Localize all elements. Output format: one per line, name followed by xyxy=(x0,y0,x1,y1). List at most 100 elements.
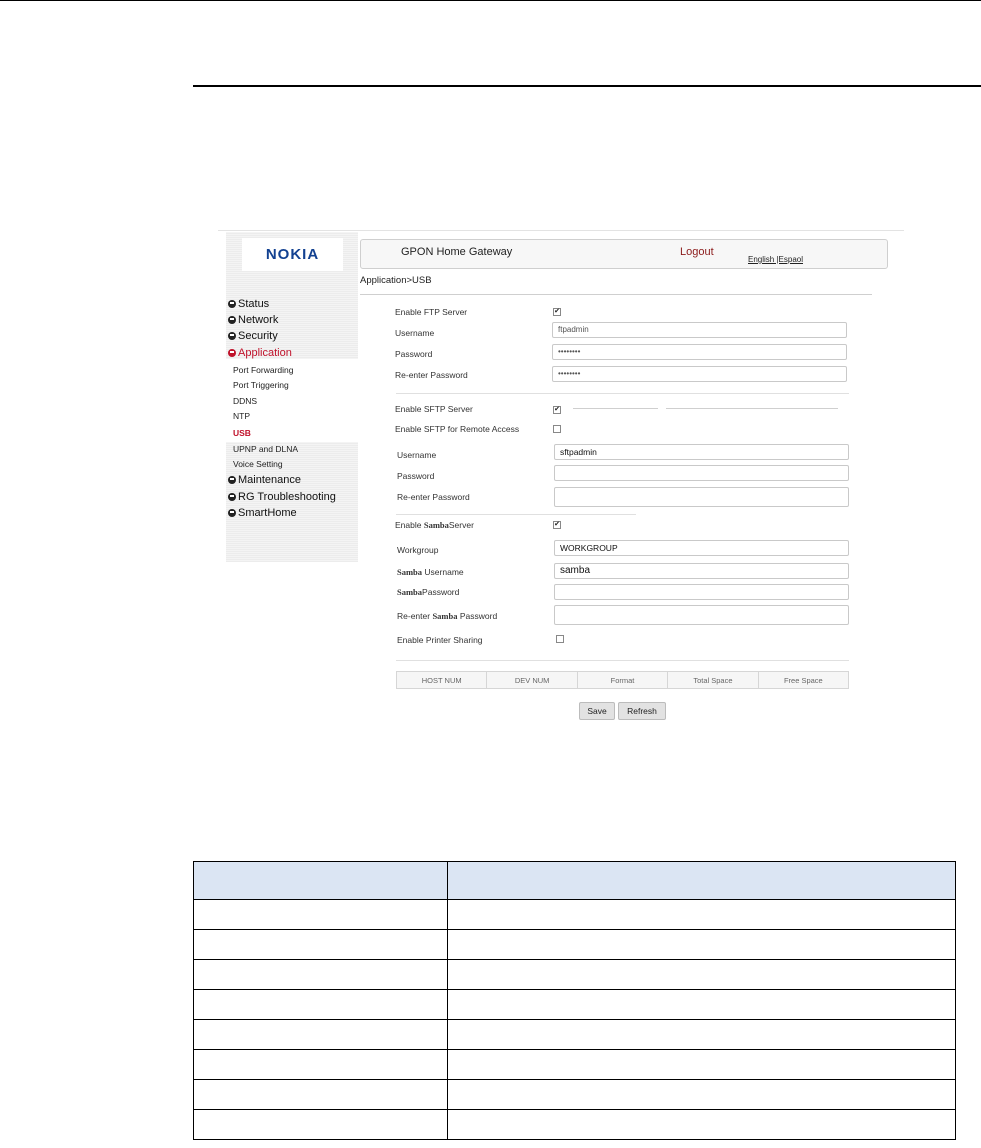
samba-brand: Samba xyxy=(423,520,449,530)
sftp-reenter-password-input[interactable] xyxy=(554,487,849,507)
logout-link[interactable]: Logout xyxy=(680,246,714,258)
breadcrumb: Application>USB xyxy=(360,275,432,286)
enable-samba-label: Enable SambaServer xyxy=(395,520,474,530)
table-cell xyxy=(193,959,448,990)
table-cell xyxy=(447,989,956,1020)
samba-reenter-password-input[interactable] xyxy=(554,605,849,625)
table-cell xyxy=(193,1019,448,1050)
nokia-logo: NOKIA xyxy=(242,238,343,271)
table-cell xyxy=(193,1049,448,1080)
table-row xyxy=(193,959,956,990)
sftp-username-input[interactable]: sftpadmin xyxy=(554,444,849,460)
sftp-password-label: Password xyxy=(397,471,435,481)
sidebar-item-voice-setting[interactable]: Voice Setting xyxy=(233,456,283,471)
section-divider xyxy=(396,660,849,661)
table-cell xyxy=(447,1019,956,1050)
sidebar-item-label: Network xyxy=(238,314,279,326)
sidebar-item-label: Application xyxy=(238,347,292,359)
ftp-password-label: Password xyxy=(395,349,433,359)
table-cell xyxy=(193,989,448,1020)
workgroup-input[interactable]: WORKGROUP xyxy=(554,540,849,556)
sidebar-item-usb[interactable]: USB xyxy=(233,425,251,440)
sidebar-item-maintenance[interactable]: Maintenance xyxy=(228,472,301,488)
samba-password-input[interactable] xyxy=(554,584,849,600)
expand-icon xyxy=(228,476,236,484)
sidebar-item-label: SmartHome xyxy=(238,507,297,519)
sidebar-item-upnp-dlna[interactable]: UPNP and DLNA xyxy=(233,441,298,456)
language-links[interactable]: English |Espaol xyxy=(748,255,803,264)
samba-reenter-password-label: Re-enter Samba Password xyxy=(397,611,497,621)
column-header: DEV NUM xyxy=(487,672,578,688)
table-row xyxy=(193,1109,956,1140)
sidebar-item-ddns[interactable]: DDNS xyxy=(233,393,257,408)
sidebar-item-label: RG Troubleshooting xyxy=(238,491,336,503)
workgroup-label: Workgroup xyxy=(397,545,439,555)
table-row xyxy=(193,1049,956,1080)
table-cell xyxy=(447,1079,956,1110)
expand-icon xyxy=(228,493,236,501)
sidebar-item-port-triggering[interactable]: Port Triggering xyxy=(233,377,289,392)
enable-ftp-checkbox[interactable]: ✔ xyxy=(553,308,561,316)
expand-icon xyxy=(228,509,236,517)
samba-brand: Samba xyxy=(397,567,423,577)
enable-samba-checkbox[interactable]: ✔ xyxy=(553,521,561,529)
ftp-reenter-password-label: Re-enter Password xyxy=(395,370,468,380)
sidebar: NOKIA Status Network Security Applicatio… xyxy=(226,232,358,562)
table-row xyxy=(193,1079,956,1110)
ftp-password-input[interactable]: •••••••• xyxy=(552,344,847,360)
refresh-button[interactable]: Refresh xyxy=(618,702,666,720)
gateway-screenshot: NOKIA Status Network Security Applicatio… xyxy=(218,230,904,735)
table-row xyxy=(193,899,956,930)
usb-device-table-header: HOST NUM DEV NUM Format Total Space Free… xyxy=(396,671,849,689)
faint-line xyxy=(573,408,658,409)
expand-icon xyxy=(228,300,236,308)
printer-sharing-checkbox[interactable] xyxy=(556,635,564,643)
table-cell xyxy=(447,929,956,960)
faint-line xyxy=(666,408,838,409)
sidebar-item-port-forwarding[interactable]: Port Forwarding xyxy=(233,362,293,377)
samba-username-label: Samba Username xyxy=(397,567,464,577)
enable-sftp-checkbox[interactable]: ✔ xyxy=(553,406,561,414)
table-row xyxy=(193,929,956,960)
sidebar-item-rg-troubleshooting[interactable]: RG Troubleshooting xyxy=(228,489,336,505)
app-title: GPON Home Gateway xyxy=(401,246,513,258)
label-prefix: Enable xyxy=(395,520,422,530)
sidebar-item-status[interactable]: Status xyxy=(228,296,269,312)
screenshot-top-border xyxy=(218,230,904,231)
label-suffix: Password xyxy=(459,611,498,621)
document-header-rule xyxy=(193,85,981,87)
enable-ftp-label: Enable FTP Server xyxy=(395,307,468,317)
ftp-reenter-password-input[interactable]: •••••••• xyxy=(552,366,847,382)
expand-icon xyxy=(228,332,236,340)
label-suffix: Server xyxy=(448,520,474,530)
sftp-remote-access-checkbox[interactable] xyxy=(553,425,561,433)
sidebar-item-network[interactable]: Network xyxy=(228,312,278,328)
table-cell xyxy=(193,929,448,960)
sidebar-item-label: Status xyxy=(238,298,270,310)
label-prefix: Re-enter xyxy=(397,611,431,621)
sftp-password-input[interactable] xyxy=(554,465,849,481)
collapse-icon xyxy=(228,349,236,357)
header-bar: GPON Home Gateway Logout English |Espaol xyxy=(360,239,888,269)
save-button[interactable]: Save xyxy=(579,702,615,720)
sidebar-item-ntp[interactable]: NTP xyxy=(233,408,250,423)
ftp-username-input[interactable]: ftpadmin xyxy=(552,322,847,338)
section-divider xyxy=(396,393,849,394)
table-cell xyxy=(447,1109,956,1140)
column-header: Total Space xyxy=(668,672,759,688)
samba-username-input[interactable]: samba xyxy=(554,563,849,579)
samba-password-label: SambaPassword xyxy=(397,587,459,597)
sidebar-item-smarthome[interactable]: SmartHome xyxy=(228,505,297,521)
sidebar-item-application[interactable]: Application xyxy=(228,345,292,361)
breadcrumb-divider xyxy=(360,294,872,295)
table-cell xyxy=(193,899,448,930)
table-cell xyxy=(447,861,956,900)
sftp-reenter-password-label: Re-enter Password xyxy=(397,492,470,502)
column-header: Format xyxy=(578,672,669,688)
sidebar-item-security[interactable]: Security xyxy=(228,328,278,344)
table-cell xyxy=(447,899,956,930)
expand-icon xyxy=(228,316,236,324)
column-header: Free Space xyxy=(783,675,823,685)
table-cell xyxy=(193,1109,448,1140)
samba-brand: Samba xyxy=(397,587,423,597)
